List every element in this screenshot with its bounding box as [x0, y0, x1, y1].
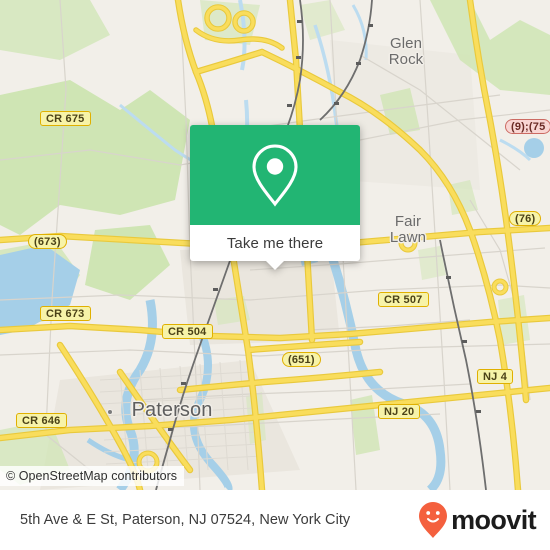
route-shield-673: (673) — [28, 234, 67, 249]
route-shield-cr-504: CR 504 — [162, 324, 213, 339]
popup-pin-panel — [190, 125, 360, 225]
address-text: 5th Ave & E St, Paterson, NJ 07524, New … — [20, 512, 351, 528]
moovit-pin-smiley-icon — [419, 502, 448, 538]
bottom-bar: 5th Ave & E St, Paterson, NJ 07524, New … — [0, 490, 550, 550]
take-me-there-button[interactable]: Take me there — [190, 225, 360, 261]
moovit-logo[interactable]: moovit — [418, 501, 537, 539]
route-shield-nj-4: NJ 4 — [477, 369, 514, 384]
route-shield-nj-20: NJ 20 — [378, 404, 421, 419]
route-shield-cr-675: CR 675 — [40, 111, 91, 126]
map-canvas[interactable]: Glen Rock Fair Lawn Paterson CR 675 (673… — [0, 0, 550, 490]
moovit-wordmark: moovit — [451, 504, 537, 535]
destination-popup-card[interactable]: Take me there — [190, 125, 360, 270]
map-pin-icon — [252, 144, 298, 207]
route-shield-651: (651) — [282, 352, 321, 367]
route-shield-cr-507: CR 507 — [378, 292, 429, 307]
route-shield-cr-673: CR 673 — [40, 306, 91, 321]
route-shield-9-75: (9);(75 — [505, 119, 550, 134]
route-shield-cr-646: CR 646 — [16, 413, 67, 428]
route-shield-76: (76) — [509, 211, 542, 226]
osm-attribution[interactable]: © OpenStreetMap contributors — [0, 466, 185, 486]
take-me-there-label: Take me there — [226, 234, 324, 252]
moovit-map-screen: Glen Rock Fair Lawn Paterson CR 675 (673… — [0, 0, 550, 550]
city-dot-paterson — [107, 409, 113, 415]
popup-tail — [266, 261, 284, 270]
osm-attribution-text: © OpenStreetMap contributors — [6, 469, 178, 483]
